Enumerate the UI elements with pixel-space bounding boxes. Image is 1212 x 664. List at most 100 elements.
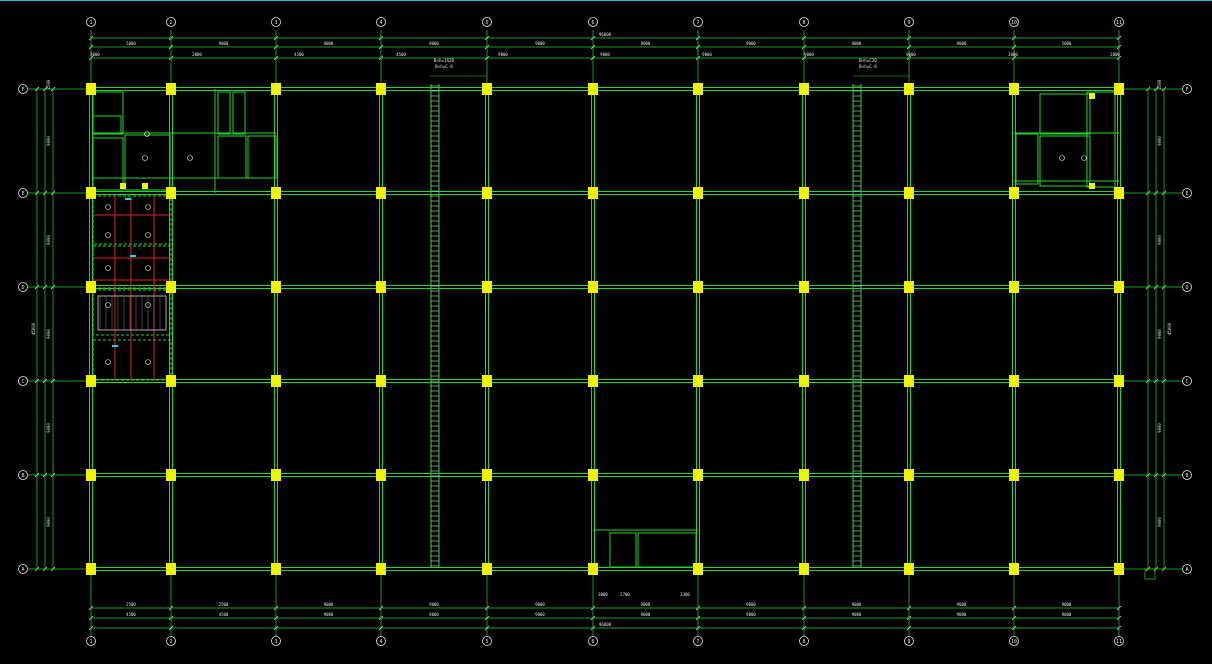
top-dim-text-2: 4500 — [294, 52, 304, 57]
axis-bubble-bottom-8-label: 8 — [802, 639, 805, 645]
right-dim-text: 9000 — [1157, 329, 1162, 339]
axis-bubble-bottom-4-label: 4 — [379, 639, 382, 645]
bottom-detail-dim-text: 2700 — [620, 592, 630, 597]
column-8F — [799, 83, 809, 95]
axis-bubble-left-A-label: A — [21, 567, 24, 573]
column-8A — [799, 563, 809, 575]
detail-areas — [92, 89, 1119, 568]
top-dim-text-2: 9000 — [600, 52, 610, 57]
bottom-dim-text-2: 9000 — [641, 612, 651, 617]
column-6C — [588, 375, 598, 387]
top-total-text: 96000 — [599, 32, 612, 37]
top-dim-text: 9000 — [219, 41, 229, 46]
column-3C — [271, 375, 281, 387]
room-symbol — [142, 155, 148, 161]
column-1D — [86, 281, 96, 293]
room-symbol — [187, 155, 193, 161]
column-6F — [588, 83, 598, 95]
right-total-text: 45000 — [1167, 322, 1172, 335]
top-dim-text: 9000 — [535, 41, 545, 46]
axis-bubble-bottom-7-label: 7 — [696, 639, 699, 645]
cyan-marker — [112, 345, 118, 347]
axis-bubble-bottom-3-label: 3 — [274, 639, 277, 645]
top-dim-text: 9000 — [641, 41, 651, 46]
top-dim-text: 9000 — [324, 41, 334, 46]
column-11B — [1114, 469, 1124, 481]
bottom-dim-text: 2500 — [219, 602, 229, 607]
room-symbol — [1081, 155, 1087, 161]
top-dim-text: 9000 — [957, 41, 967, 46]
slab-zone — [92, 339, 172, 381]
bottom-dim-text: 9000 — [957, 602, 967, 607]
column-6B — [588, 469, 598, 481]
axis-bubble-bottom-10-label: 10 — [1011, 639, 1017, 645]
axis-bubble-top-6-label: 6 — [591, 20, 594, 26]
bottom-dim-text-2: 9000 — [746, 612, 756, 617]
bottom-dim-text-2: 9000 — [429, 612, 439, 617]
column-6D — [588, 281, 598, 293]
bottom-dim-text-2: 9000 — [535, 612, 545, 617]
column-1B — [86, 469, 96, 481]
zone-symbol — [105, 204, 111, 210]
bottom-dim-text-2: 4500 — [126, 612, 136, 617]
column-4D — [376, 281, 386, 293]
structural-grid — [28, 30, 1182, 636]
room-outline — [1039, 93, 1091, 135]
zone-symbol — [145, 204, 151, 210]
small-column — [1089, 93, 1095, 99]
bottom-dim-text-2: 4500 — [219, 612, 229, 617]
room-outline — [1015, 133, 1039, 185]
column-9D — [904, 281, 914, 293]
right-dim-text: 2500 — [1157, 79, 1162, 89]
column-4F — [376, 83, 386, 95]
room-symbol — [1059, 155, 1065, 161]
small-column — [1089, 183, 1095, 189]
column-2A — [166, 563, 176, 575]
column-8B — [799, 469, 809, 481]
column-9F — [904, 83, 914, 95]
axis-bubble-bottom-2-label: 2 — [169, 639, 172, 645]
bottom-dim-text: 9000 — [429, 602, 439, 607]
left-dim-text: 9000 — [46, 517, 51, 527]
column-9C — [904, 375, 914, 387]
top-dim-text-2: 9000 — [804, 52, 814, 57]
column-5C — [482, 375, 492, 387]
axis-bubble-right-A-label: A — [1185, 567, 1188, 573]
column-2F — [166, 83, 176, 95]
right-dim-text: 9000 — [1157, 423, 1162, 433]
column-10E — [1009, 187, 1019, 199]
axis-bubble-top-11-label: 11 — [1116, 20, 1122, 26]
column-3D — [271, 281, 281, 293]
left-dim-text: 9000 — [46, 329, 51, 339]
zone-symbol — [145, 232, 151, 238]
left-total-text: 45000 — [31, 322, 36, 335]
axis-bubble-top-8-label: 8 — [802, 20, 805, 26]
bottom-dim-text: 9000 — [324, 602, 334, 607]
top-dim-text: 5000 — [126, 41, 136, 46]
top-dim-text: 9000 — [852, 41, 862, 46]
axis-bubble-top-1-label: 1 — [89, 20, 92, 26]
axis-bubble-bottom-5-label: 5 — [485, 639, 488, 645]
bottom-dim-text: 9000 — [852, 602, 862, 607]
bottom-detail-dim-text: 3000 — [598, 592, 608, 597]
bottom-room — [609, 532, 637, 568]
room-outline — [217, 135, 247, 179]
axis-bubble-bottom-9-label: 9 — [907, 639, 910, 645]
column-9B — [904, 469, 914, 481]
column-6E — [588, 187, 598, 199]
column-5A — [482, 563, 492, 575]
dimension-lines — [34, 35, 1167, 631]
column-11C — [1114, 375, 1124, 387]
top-dim-text: 9000 — [429, 41, 439, 46]
column-11D — [1114, 281, 1124, 293]
column-7B — [693, 469, 703, 481]
axis-bubble-top-4-label: 4 — [379, 20, 382, 26]
column-9A — [904, 563, 914, 575]
left-dim-text: 2500 — [46, 79, 51, 89]
top-dim-text-2: 9000 — [702, 52, 712, 57]
right-dim-text: 9000 — [1157, 136, 1162, 146]
column-4E — [376, 187, 386, 199]
column-1C — [86, 375, 96, 387]
column-3F — [271, 83, 281, 95]
column-3B — [271, 469, 281, 481]
